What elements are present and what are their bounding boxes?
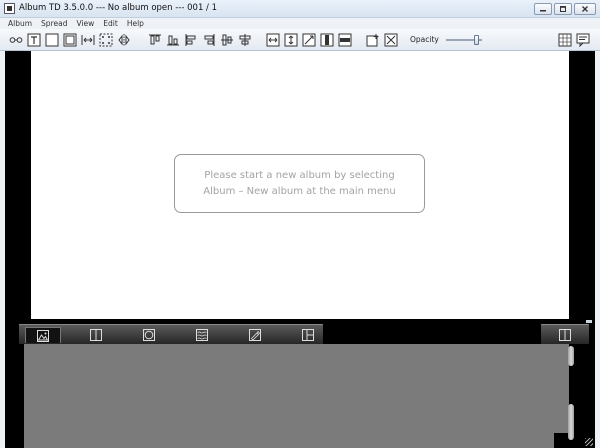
mirror-icon	[118, 34, 130, 46]
scrollbar-thumb-top[interactable]	[568, 346, 574, 366]
resize-diagonal-button[interactable]	[302, 33, 316, 47]
align-top-icon	[149, 34, 161, 45]
close-button[interactable]	[574, 3, 596, 15]
tab-masks[interactable]	[131, 327, 167, 343]
frame-border-icon	[63, 33, 77, 47]
start-hint-box: Please start a new album by selecting Al…	[174, 154, 425, 213]
center-horizontal-button[interactable]	[238, 33, 252, 47]
text-frame-icon	[27, 33, 41, 47]
resize-grip-icon[interactable]	[585, 438, 593, 446]
workspace: Please start a new album by selecting Al…	[5, 51, 595, 319]
splitter-handle[interactable]	[586, 320, 592, 323]
align-left-icon	[185, 34, 196, 46]
center-vertical-icon	[221, 34, 233, 46]
menu-bar: Album Spread View Edit Help	[0, 18, 600, 29]
panel-footer-strip	[24, 433, 554, 448]
menu-view[interactable]: View	[76, 18, 94, 29]
backgrounds-tab-icon	[196, 329, 208, 341]
menu-spread[interactable]: Spread	[41, 18, 67, 29]
photo-frame-button[interactable]	[45, 33, 59, 47]
text-frame-button[interactable]	[27, 33, 41, 47]
align-left-button[interactable]	[184, 33, 198, 47]
center-horizontal-icon	[239, 34, 251, 46]
align-right-button[interactable]	[202, 33, 216, 47]
frames-tab-icon	[302, 329, 314, 341]
split-vertical-button[interactable]	[320, 33, 334, 47]
align-top-button[interactable]	[148, 33, 162, 47]
stretch-horizontal-icon	[266, 33, 280, 47]
split-vertical-icon	[320, 33, 334, 47]
fit-corners-button[interactable]	[99, 33, 113, 47]
toolbar: Opacity	[0, 29, 600, 51]
close-icon	[582, 6, 588, 12]
notes-button[interactable]	[576, 33, 590, 47]
opacity-label: Opacity	[410, 35, 439, 44]
cliparts-tab-icon	[249, 329, 261, 341]
align-bottom-button[interactable]	[166, 33, 180, 47]
maximize-button[interactable]	[554, 3, 572, 15]
frame-border-button[interactable]	[63, 33, 77, 47]
tab-cliparts[interactable]	[237, 327, 273, 343]
tab-backgrounds[interactable]	[184, 327, 220, 343]
align-right-icon	[204, 34, 215, 46]
grid-icon	[558, 33, 572, 47]
window-controls	[534, 3, 596, 15]
photo-frame-icon	[45, 33, 59, 47]
thumbnail-panel[interactable]	[24, 344, 569, 433]
mirror-button[interactable]	[117, 33, 131, 47]
fit-width-button[interactable]	[81, 33, 95, 47]
menu-album[interactable]: Album	[8, 18, 32, 29]
masks-tab-icon	[143, 329, 155, 341]
app-logo-icon[interactable]	[4, 3, 15, 14]
center-vertical-button[interactable]	[220, 33, 234, 47]
stretch-horizontal-button[interactable]	[266, 33, 280, 47]
tab-panel-layout[interactable]	[541, 324, 589, 344]
hint-line-1: Please start a new album by selecting	[204, 169, 395, 181]
resize-diagonal-icon	[302, 33, 316, 47]
scrollbar-thumb-bottom[interactable]	[568, 404, 574, 440]
delete-frame-icon	[384, 33, 398, 47]
layouts-tab-icon	[90, 329, 102, 341]
tab-photos[interactable]	[25, 327, 61, 343]
add-frame-icon	[366, 34, 379, 47]
content-panel-frame	[5, 344, 595, 448]
delete-frame-button[interactable]	[384, 33, 398, 47]
menu-edit[interactable]: Edit	[103, 18, 118, 29]
add-frame-button[interactable]	[366, 33, 380, 47]
minimize-icon	[540, 10, 546, 12]
window-title: Album TD 3.5.0.0 --- No album open --- 0…	[19, 3, 218, 13]
hint-line-2: Album – New album at the main menu	[203, 185, 396, 197]
minimize-button[interactable]	[534, 3, 552, 15]
maximize-icon	[560, 6, 566, 12]
split-horizontal-icon	[338, 33, 352, 47]
stretch-vertical-button[interactable]	[284, 33, 298, 47]
stretch-vertical-icon	[284, 33, 298, 47]
tab-layouts[interactable]	[78, 327, 114, 343]
panel-layout-icon	[559, 328, 571, 341]
align-bottom-icon	[167, 35, 179, 46]
menu-help[interactable]: Help	[127, 18, 144, 29]
link-frames-button[interactable]	[9, 33, 23, 47]
bottom-tab-strip	[5, 324, 595, 344]
tab-frames[interactable]	[290, 327, 326, 343]
fit-corners-icon	[99, 33, 113, 47]
title-bar: Album TD 3.5.0.0 --- No album open --- 0…	[0, 0, 600, 18]
split-horizontal-button[interactable]	[338, 33, 352, 47]
photos-tab-icon	[37, 329, 49, 342]
content-tabs	[19, 324, 323, 344]
opacity-slider-thumb[interactable]	[474, 35, 480, 45]
link-frames-icon	[9, 37, 23, 43]
album-page-canvas[interactable]: Please start a new album by selecting Al…	[31, 51, 569, 319]
fit-width-icon	[81, 35, 95, 45]
grid-button[interactable]	[558, 33, 572, 47]
notes-icon	[576, 33, 590, 47]
